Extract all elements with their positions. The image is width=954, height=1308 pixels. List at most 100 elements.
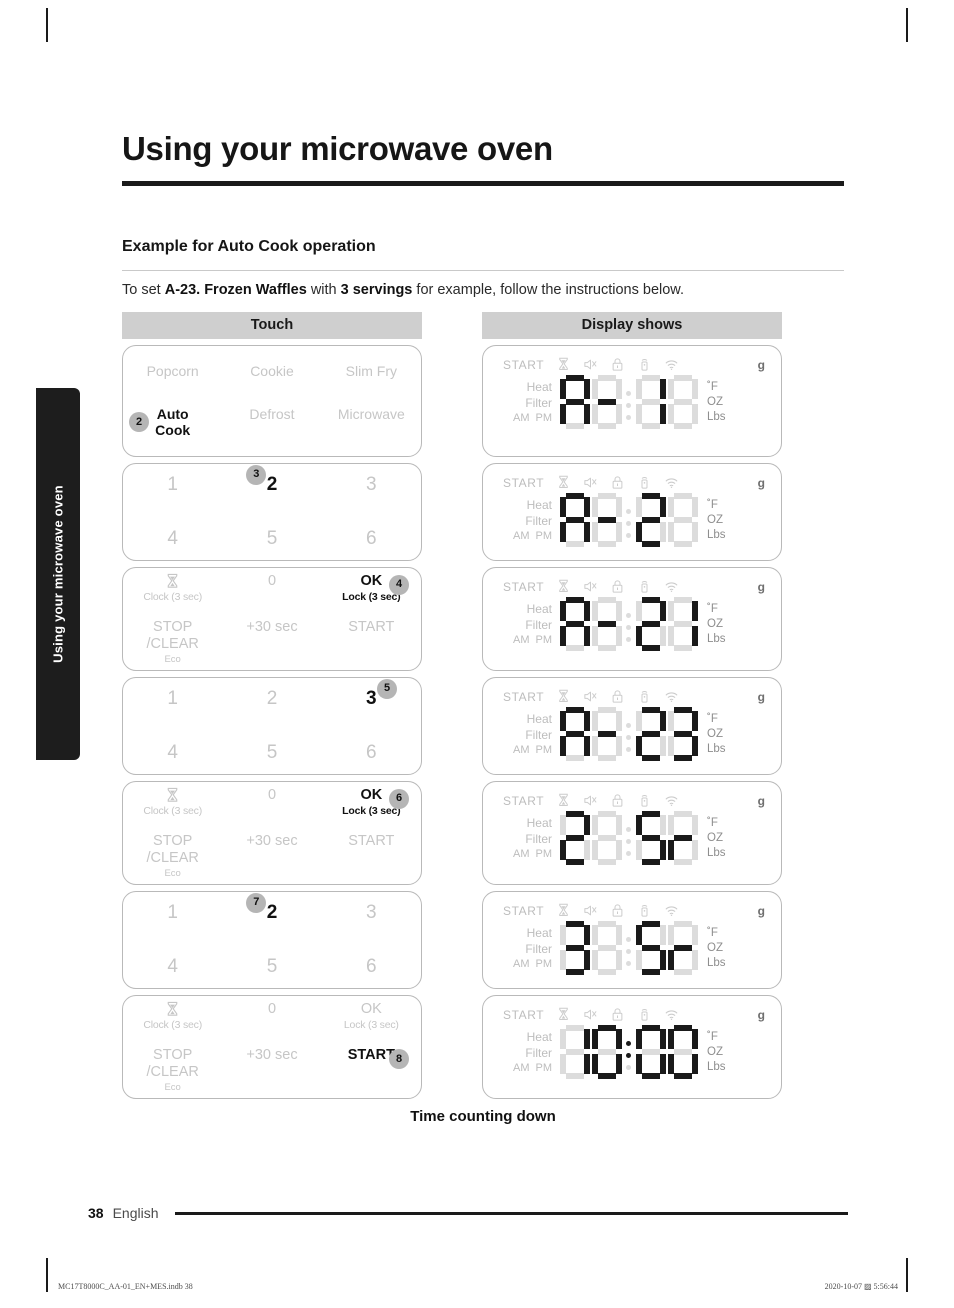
key-0[interactable]: 0 xyxy=(222,573,321,603)
key-start[interactable]: START xyxy=(322,619,421,665)
unit-lbs: Lbs xyxy=(707,411,726,424)
key-stop-clear[interactable]: STOP /CLEAR Eco xyxy=(123,1047,222,1093)
key-cookie[interactable]: Cookie xyxy=(222,363,321,380)
key-4[interactable]: 4 xyxy=(123,528,222,550)
segment-c xyxy=(660,840,666,861)
segment-f xyxy=(592,497,598,518)
key-1[interactable]: 1 xyxy=(123,688,222,710)
touch-panel: Clock (3 sec) 0 OK Lock (3 sec) STOP /CLEAR E… xyxy=(122,995,422,1100)
seven-segment-digit xyxy=(560,921,590,976)
segment-b xyxy=(692,711,698,732)
unit-lbs: Lbs xyxy=(707,957,726,970)
segment-c xyxy=(616,950,622,971)
segment-b xyxy=(584,379,590,400)
table-row: Clock (3 sec) 0 OK Lock (3 sec) 4 STOP /CLEAR… xyxy=(122,567,844,672)
key-start[interactable]: START xyxy=(322,833,421,879)
key-label: 3 xyxy=(366,687,377,709)
colon-dot xyxy=(626,391,631,397)
segment-f xyxy=(636,925,642,946)
key-ok[interactable]: OK Lock (3 sec) 6 xyxy=(322,787,421,817)
key-1[interactable]: 1 xyxy=(123,902,222,924)
key-auto-cook[interactable]: Auto Cook 2 xyxy=(123,406,222,439)
key-4[interactable]: 4 xyxy=(123,956,222,978)
lock-icon xyxy=(612,580,623,593)
display-panel: START g Heat Filter AM PM ˚F OZ Lbs xyxy=(482,891,782,990)
segment-f xyxy=(560,1029,566,1050)
segment-e xyxy=(592,522,598,543)
key-6[interactable]: 6 xyxy=(322,742,421,764)
indicator-start: START xyxy=(503,579,545,594)
key-label: 2 xyxy=(266,473,278,495)
key-6[interactable]: 6 xyxy=(322,956,421,978)
segment-c xyxy=(584,950,590,971)
table-row: Clock (3 sec) 0 OK Lock (3 sec) STOP /CLEAR E… xyxy=(122,995,844,1100)
colon-dot xyxy=(626,1053,631,1059)
segment-b xyxy=(692,379,698,400)
segment-c xyxy=(584,404,590,425)
indicator-heat: Heat xyxy=(526,498,552,513)
unit-lbs: Lbs xyxy=(707,529,726,542)
key-3[interactable]: 35 xyxy=(322,678,421,710)
indicator-start: START xyxy=(503,689,545,704)
key-ok[interactable]: OK Lock (3 sec) xyxy=(322,1001,421,1031)
remote-icon xyxy=(641,581,648,593)
key-1[interactable]: 1 xyxy=(123,474,222,496)
segment-e xyxy=(592,404,598,425)
segment-e xyxy=(592,736,598,757)
key-ok[interactable]: OK Lock (3 sec) 4 xyxy=(322,573,421,603)
key-30-sec[interactable]: +30 sec xyxy=(222,833,321,879)
segment-a xyxy=(598,811,616,818)
key-popcorn[interactable]: Popcorn xyxy=(123,363,222,380)
key-4[interactable]: 4 xyxy=(123,742,222,764)
indicator-start: START xyxy=(503,1007,545,1022)
seven-segment-digit xyxy=(592,1025,622,1080)
hourglass-icon xyxy=(559,793,568,807)
indicator-filter: Filter xyxy=(525,618,552,633)
key-eco-label: Eco xyxy=(164,868,181,880)
key-hourglass-icon[interactable]: Clock (3 sec) xyxy=(123,787,222,817)
key-30-sec[interactable]: +30 sec xyxy=(222,619,321,665)
segment-e xyxy=(560,522,566,543)
key-2[interactable]: 2 xyxy=(222,688,321,710)
segment-c xyxy=(616,626,622,647)
display-colon xyxy=(623,493,635,547)
key-hourglass-icon[interactable]: Clock (3 sec) xyxy=(123,1001,222,1031)
segment-f xyxy=(668,815,674,836)
key-microwave[interactable]: Microwave xyxy=(322,406,421,439)
segment-a xyxy=(566,375,584,382)
indicator-heat: Heat xyxy=(526,602,552,617)
key-2[interactable]: 27 xyxy=(222,892,321,924)
key-5[interactable]: 5 xyxy=(222,528,321,550)
display-indicator-row: START g xyxy=(497,903,767,918)
intro-lead: To set xyxy=(122,281,165,298)
key-slim-fry[interactable]: Slim Fry xyxy=(322,363,421,380)
wifi-icon xyxy=(665,906,678,916)
key-2[interactable]: 23 xyxy=(222,464,321,496)
key-0[interactable]: 0 xyxy=(222,787,321,817)
key-0[interactable]: 0 xyxy=(222,1001,321,1031)
display-colon xyxy=(623,1025,635,1079)
seven-segment-digit xyxy=(636,707,666,762)
key-5[interactable]: 5 xyxy=(222,742,321,764)
key-30-sec[interactable]: +30 sec xyxy=(222,1047,321,1093)
indicator-pm: PM xyxy=(535,1062,553,1075)
key-start[interactable]: START 8 xyxy=(322,1047,421,1093)
key-hourglass-icon[interactable]: Clock (3 sec) xyxy=(123,573,222,603)
page-footer: 38 English xyxy=(88,1205,848,1221)
indicator-ampm: AM PM xyxy=(513,848,552,860)
table-body: Popcorn Cookie Slim Fry Auto Cook 2 Defrost Mi… xyxy=(122,345,844,1100)
key-6[interactable]: 6 xyxy=(322,528,421,550)
key-stop-clear[interactable]: STOP /CLEAR Eco xyxy=(123,833,222,879)
key-defrost[interactable]: Defrost xyxy=(222,406,321,439)
key-sublabel: Lock (3 sec) xyxy=(342,804,401,817)
key-3[interactable]: 3 xyxy=(322,902,421,924)
segment-e xyxy=(636,626,642,647)
step-badge: 3 xyxy=(246,464,267,485)
display-colon xyxy=(623,811,635,865)
segment-b xyxy=(692,925,698,946)
key-stop-clear[interactable]: STOP /CLEAR Eco xyxy=(123,619,222,665)
segment-a xyxy=(674,707,692,714)
segment-f xyxy=(560,711,566,732)
key-5[interactable]: 5 xyxy=(222,956,321,978)
key-3[interactable]: 3 xyxy=(322,474,421,496)
